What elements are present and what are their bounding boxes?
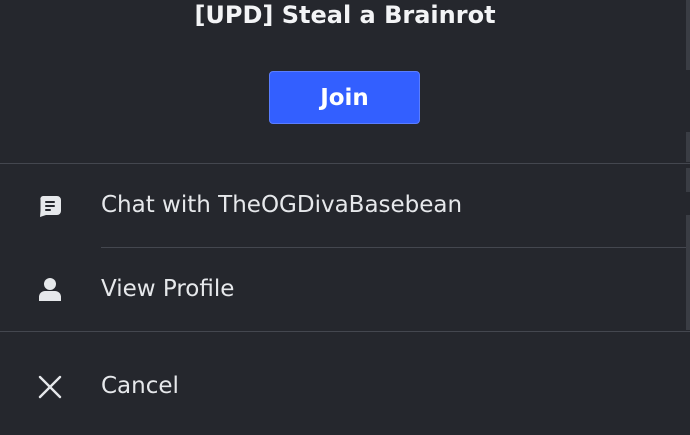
scroll-edge xyxy=(686,215,690,330)
join-button[interactable]: Join xyxy=(269,71,420,124)
game-title: [UPD] Steal a Brainrot xyxy=(194,1,496,29)
view-profile-label: View Profile xyxy=(101,276,235,302)
scroll-edge xyxy=(686,168,690,192)
action-sheet: [UPD] Steal a Brainrot Join Chat with Th… xyxy=(0,0,690,435)
cancel-label: Cancel xyxy=(101,373,179,399)
cancel-item[interactable]: Cancel xyxy=(0,332,690,435)
scroll-edge xyxy=(686,132,690,162)
profile-icon xyxy=(39,278,61,301)
scroll-edge xyxy=(686,0,690,70)
view-profile-item[interactable]: View Profile xyxy=(0,248,690,331)
close-icon xyxy=(38,375,62,399)
chat-icon xyxy=(40,196,61,217)
chat-with-user-label: Chat with TheOGDivaBasebean xyxy=(101,192,463,218)
chat-with-user-item[interactable]: Chat with TheOGDivaBasebean xyxy=(0,164,690,247)
